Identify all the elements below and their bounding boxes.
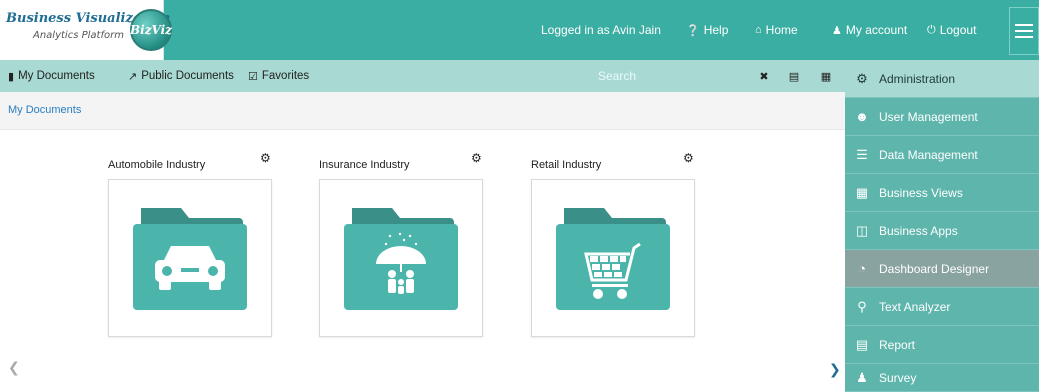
hamburger-line xyxy=(1015,30,1033,32)
menu-item-text-analyzer[interactable]: ⚲ Text Analyzer xyxy=(845,288,1039,326)
grid-view-button[interactable]: ▦ xyxy=(818,60,834,92)
search-input[interactable] xyxy=(598,64,748,88)
power-icon: ⏻ xyxy=(927,23,936,36)
menu-item-label: Dashboard Designer xyxy=(879,261,990,276)
logged-in-text: Logged in as Avin Jain xyxy=(541,23,661,37)
close-icon: ✖ xyxy=(759,69,769,83)
menu-item-business-views[interactable]: ▦ Business Views xyxy=(845,174,1039,212)
tab-public-documents-label: Public Documents xyxy=(141,70,234,82)
tab-favorites-label: Favorites xyxy=(261,70,310,82)
folder-card-automobile[interactable] xyxy=(108,179,272,337)
side-menu: ⚙ Administration ☻ User Management ☰ Dat… xyxy=(845,60,1039,392)
menu-item-user-management[interactable]: ☻ User Management xyxy=(845,98,1039,136)
tab-my-documents[interactable]: ▮ My Documents xyxy=(8,60,95,92)
list-view-button[interactable]: ▤ xyxy=(786,60,802,92)
book-icon: ▮ xyxy=(8,70,15,83)
tab-public-documents[interactable]: ↗ Public Documents xyxy=(128,60,234,92)
help-link[interactable]: ❔ Help xyxy=(686,0,728,60)
search-box xyxy=(598,60,748,92)
my-account-label: My account xyxy=(845,23,908,37)
menu-item-report[interactable]: ▤ Report xyxy=(845,326,1039,364)
chevron-left-icon[interactable]: ❮ xyxy=(8,360,20,376)
list-view-icon: ▤ xyxy=(788,69,800,83)
menu-item-business-apps[interactable]: ◫ Business Apps xyxy=(845,212,1039,250)
business-apps-icon: ◫ xyxy=(855,222,869,238)
home-icon: ⌂ xyxy=(755,24,762,36)
logout-link[interactable]: ⏻ Logout xyxy=(927,0,976,60)
my-account-link[interactable]: ♟ My account xyxy=(832,0,907,60)
tab-favorites[interactable]: ☑ Favorites xyxy=(248,60,309,92)
chevron-right-icon[interactable]: ❯ xyxy=(829,362,841,378)
user-icon: ♟ xyxy=(832,24,842,37)
home-link[interactable]: ⌂ Home xyxy=(755,0,798,60)
clear-search-button[interactable]: ✖ xyxy=(756,60,772,92)
menu-item-label: Data Management xyxy=(879,147,978,162)
hamburger-menu-button[interactable] xyxy=(1009,7,1039,55)
menu-item-label: User Management xyxy=(879,109,978,124)
menu-item-administration[interactable]: ⚙ Administration xyxy=(845,60,1039,98)
bizviz-logo-icon: BizViz xyxy=(130,9,172,51)
hamburger-line xyxy=(1015,36,1033,38)
question-circle-icon: ❔ xyxy=(686,24,700,37)
card-title-automobile: Automobile Industry xyxy=(108,159,206,171)
menu-item-dashboard-designer[interactable]: ◔ Dashboard Designer xyxy=(845,250,1039,288)
shopping-cart-icon xyxy=(556,208,670,310)
admin-icon: ⚙ xyxy=(856,70,868,86)
logo-subtitle: Analytics Platform xyxy=(33,30,124,41)
logged-in-label: Logged in as Avin Jain xyxy=(541,0,661,60)
gear-icon[interactable]: ⚙ xyxy=(260,151,271,165)
breadcrumb-my-documents[interactable]: My Documents xyxy=(8,104,81,116)
menu-item-data-management[interactable]: ☰ Data Management xyxy=(845,136,1039,174)
share-icon: ↗ xyxy=(128,70,138,83)
folder-card-retail[interactable] xyxy=(531,179,695,337)
menu-item-survey[interactable]: ♟ Survey xyxy=(845,364,1039,392)
card-title-retail: Retail Industry xyxy=(531,159,602,171)
help-label: Help xyxy=(703,23,729,37)
folder-card-insurance[interactable] xyxy=(319,179,483,337)
dashboard-designer-icon: ◔ xyxy=(858,261,866,276)
home-label: Home xyxy=(765,23,798,37)
logout-label: Logout xyxy=(939,23,977,37)
menu-item-label: Text Analyzer xyxy=(879,299,951,314)
users-icon: ☻ xyxy=(855,109,869,124)
card-title-insurance: Insurance Industry xyxy=(319,159,410,171)
survey-icon: ♟ xyxy=(856,369,868,385)
menu-item-label: Business Views xyxy=(879,185,963,200)
menu-item-label: Business Apps xyxy=(879,223,958,238)
umbrella-family-icon xyxy=(344,208,458,310)
car-icon xyxy=(133,208,247,310)
gear-icon[interactable]: ⚙ xyxy=(683,151,694,165)
hamburger-line xyxy=(1015,24,1033,26)
menu-item-label: Report xyxy=(879,337,916,352)
menu-item-label: Administration xyxy=(879,71,956,86)
tab-my-documents-label: My Documents xyxy=(18,70,95,82)
menu-item-label: Survey xyxy=(879,370,917,385)
business-views-icon: ▦ xyxy=(855,184,869,200)
grid-view-icon: ▦ xyxy=(820,69,832,83)
breadcrumb: My Documents xyxy=(0,92,845,130)
gear-icon[interactable]: ⚙ xyxy=(471,151,482,165)
header-bar: Business Visualization Analytics Platfor… xyxy=(0,0,1039,60)
database-icon: ☰ xyxy=(856,146,868,162)
checkbox-icon: ☑ xyxy=(248,70,258,83)
report-icon: ▤ xyxy=(855,336,869,352)
text-analyzer-icon: ⚲ xyxy=(857,298,867,314)
